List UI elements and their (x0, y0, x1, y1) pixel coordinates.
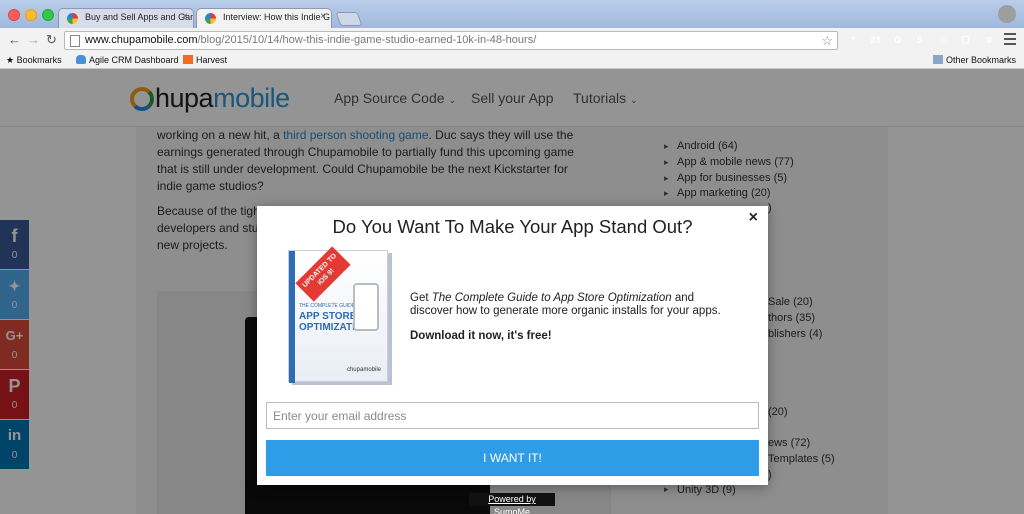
modal-title: Do You Want To Make Your App Stand Out? (332, 216, 693, 237)
email-field[interactable] (266, 402, 759, 429)
zoom-window-button[interactable] (42, 9, 54, 21)
lastpass-icon[interactable]: * (846, 33, 861, 48)
ebook-cover-image: UPDATED TO iOS 9! THE COMPLETE GUIDE TO … (288, 246, 388, 383)
tab-bar: Buy and Sell Apps and Gam × Interview: H… (0, 0, 1024, 28)
address-bar[interactable]: www.chupamobile.com/blog/2015/10/14/how-… (64, 31, 838, 50)
book-ribbon: UPDATED TO iOS 9! (295, 246, 351, 302)
i-want-it-button[interactable]: I WANT IT! (266, 440, 759, 476)
bookmarks-button[interactable]: ★ Bookmarks (6, 55, 62, 66)
badge-icon[interactable]: 0 (982, 33, 997, 48)
bookmarks-label: Bookmarks (16, 55, 62, 65)
modal-description: Get The Complete Guide to App Store Opti… (410, 292, 730, 318)
bookmark-harvest[interactable]: Harvest (183, 55, 227, 65)
new-tab-button[interactable] (335, 12, 363, 26)
url-path: /blog/2015/10/14/how-this-indie-game-stu… (197, 34, 537, 46)
phone-icon (353, 283, 379, 331)
book-spine (289, 251, 295, 383)
grammarly-icon[interactable]: G (890, 33, 905, 48)
email-optin-modal: × Do You Want To Make Your App Stand Out… (257, 206, 768, 485)
modal-book-name: The Complete Guide to App Store Optimiza… (431, 292, 672, 304)
star-icon: ★ (6, 55, 15, 65)
stats-icon[interactable]: 23 (868, 33, 883, 48)
screenshot-icon[interactable]: □ (936, 33, 951, 48)
cloud-icon (76, 55, 86, 64)
tab-close-icon[interactable]: × (320, 11, 326, 22)
copy-icon[interactable]: ❐ (958, 33, 973, 48)
close-window-button[interactable] (8, 9, 20, 21)
bookmark-star-icon[interactable]: ☆ (821, 32, 833, 49)
harvest-icon (183, 55, 193, 64)
folder-icon (933, 55, 943, 64)
other-bookmarks-label: Other Bookmarks (946, 55, 1017, 65)
book-brand: chupamobile (346, 367, 381, 373)
profile-icon[interactable] (998, 5, 1016, 23)
chupamobile-favicon-icon (67, 13, 78, 24)
browser-toolbar: ← → ↻ www.chupamobile.com/blog/2015/10/1… (0, 28, 1024, 52)
powered-by-sumome-link[interactable]: Powered by SumoMe (469, 493, 555, 514)
reload-icon[interactable]: ↻ (46, 32, 57, 48)
bookmark-agile-crm[interactable]: Agile CRM Dashboard (76, 55, 179, 65)
book-title: APP STORE OPTIMIZATION (299, 311, 370, 333)
hamburger-menu-icon[interactable] (1004, 33, 1016, 48)
url-host: www.chupamobile.com (85, 34, 198, 46)
skype-icon[interactable]: S (912, 33, 927, 48)
modal-text: Get (410, 292, 432, 304)
page-icon (70, 35, 80, 47)
bookmark-label: Harvest (196, 55, 228, 65)
tab-title: Buy and Sell Apps and Gam (85, 12, 194, 22)
chupamobile-favicon-icon (205, 13, 216, 24)
tab-title: Interview: How this Indie G (223, 12, 331, 22)
modal-cta-text: Download it now, it's free! (410, 330, 552, 342)
bookmark-label: Agile CRM Dashboard (89, 55, 179, 65)
tab-close-icon[interactable]: × (182, 11, 188, 22)
tab-buy-sell-apps[interactable]: Buy and Sell Apps and Gam × (58, 8, 194, 28)
minimize-window-button[interactable] (25, 9, 37, 21)
back-arrow-icon[interactable]: ← (8, 32, 21, 48)
forward-arrow-icon[interactable]: → (27, 32, 40, 48)
tab-interview[interactable]: Interview: How this Indie G × (196, 8, 332, 28)
bookmarks-bar: ★ Bookmarks Agile CRM Dashboard Harvest … (0, 52, 1024, 69)
other-bookmarks[interactable]: Other Bookmarks (933, 55, 1016, 65)
